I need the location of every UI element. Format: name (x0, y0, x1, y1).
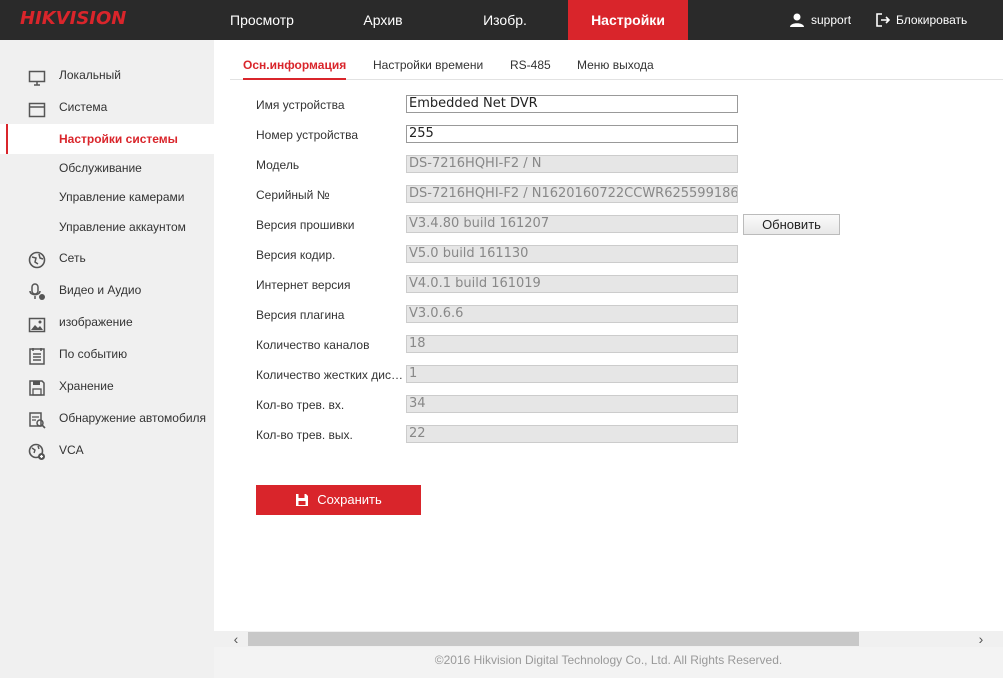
device-name-input[interactable]: Embedded Net DVR (406, 95, 738, 113)
sidebar-item-image[interactable]: изображение (0, 307, 214, 337)
sidebar-item-system-settings[interactable]: Настройки системы (0, 124, 214, 154)
tab-basic-info[interactable]: Осн.информация (243, 50, 347, 80)
field-label: Номер устройства (256, 128, 359, 142)
field-label: Кол-во трев. вх. (256, 398, 345, 412)
vca-icon (28, 442, 46, 460)
nav-live-view[interactable]: Просмотр (211, 0, 313, 40)
sidebar-item-system[interactable]: Система (0, 92, 214, 122)
settings-tabs: Осн.информация Настройки времени RS-485 … (230, 50, 1003, 80)
web-version-field: V4.0.1 build 161019 (406, 275, 738, 293)
channel-count-field: 18 (406, 335, 738, 353)
nav-picture[interactable]: Изобр. (454, 0, 556, 40)
footer-copyright: ©2016 Hikvision Digital Technology Co., … (214, 647, 1003, 678)
save-button[interactable]: Сохранить (256, 485, 421, 515)
vehicle-detect-icon (28, 410, 46, 429)
device-number-input[interactable]: 255 (406, 125, 738, 143)
scroll-right-arrow[interactable]: › (971, 631, 991, 647)
user-icon (789, 12, 805, 28)
firmware-version-field: V3.4.80 build 161207 (406, 215, 738, 233)
sidebar-item-local[interactable]: Локальный (0, 60, 214, 90)
encoding-version-field: V5.0 build 161130 (406, 245, 738, 263)
field-label: Количество каналов (256, 338, 370, 352)
sidebar-item-event[interactable]: По событию (0, 339, 214, 369)
model-field: DS-7216HQHI-F2 / N (406, 155, 738, 173)
field-label: Количество жестких дисков (256, 368, 404, 382)
sidebar-item-label: Локальный (59, 68, 121, 82)
nav-configuration[interactable]: Настройки (568, 0, 688, 40)
sidebar-item-user-management[interactable]: Управление аккаунтом (0, 212, 214, 242)
sidebar-item-label: По событию (59, 347, 128, 361)
globe-icon (28, 250, 46, 269)
alarm-input-count-field: 34 (406, 395, 738, 413)
storage-disk-icon (28, 378, 46, 396)
sidebar-item-label: Система (59, 100, 108, 114)
save-button-label: Сохранить (317, 492, 382, 507)
field-label: Интернет версия (256, 278, 351, 292)
hikvision-logo: HIKVISION (20, 8, 127, 29)
sidebar-item-vca[interactable]: VCA (0, 435, 214, 465)
hdd-count-field: 1 (406, 365, 738, 383)
sidebar-item-label: изображение (59, 315, 133, 329)
sidebar: Локальный Система Настройки системы Обсл… (0, 40, 214, 678)
sidebar-item-label: Сеть (59, 251, 86, 265)
sidebar-item-label: Обслуживание (59, 161, 142, 175)
sidebar-item-label: Управление камерами (59, 190, 185, 204)
sidebar-item-video-audio[interactable]: Видео и Аудио (0, 275, 214, 305)
sidebar-item-vehicle-detection[interactable]: Обнаружение автомобиля (0, 403, 214, 433)
tab-time-settings[interactable]: Настройки времени (373, 50, 483, 80)
sidebar-item-label: Настройки системы (59, 132, 178, 146)
horizontal-scrollbar[interactable]: ‹ › (214, 631, 1003, 647)
lock-label: Блокировать (896, 13, 968, 27)
sidebar-item-label: Хранение (59, 379, 114, 393)
field-label: Имя устройства (256, 98, 345, 112)
sidebar-item-label: VCA (59, 443, 84, 457)
image-icon (28, 314, 46, 333)
field-label: Версия кодир. (256, 248, 336, 262)
sidebar-item-camera-management[interactable]: Управление камерами (0, 182, 214, 212)
top-navigation-bar: HIKVISION Просмотр Архив Изобр. Настройк… (0, 0, 1003, 40)
microphone-icon (28, 282, 46, 300)
sidebar-item-label: Видео и Аудио (59, 283, 142, 297)
nav-playback[interactable]: Архив (332, 0, 434, 40)
scroll-left-arrow[interactable]: ‹ (226, 631, 246, 647)
field-label: Модель (256, 158, 300, 172)
user-menu[interactable]: support (789, 0, 851, 40)
plugin-version-field: V3.0.6.6 (406, 305, 738, 323)
lock-button[interactable]: Блокировать (876, 0, 967, 40)
sidebar-item-label: Управление аккаунтом (59, 220, 186, 234)
field-label: Версия плагина (256, 308, 345, 322)
sidebar-item-storage[interactable]: Хранение (0, 371, 214, 401)
serial-number-field: DS-7216HQHI-F2 / N1620160722CCWR62559918… (406, 185, 738, 203)
field-label: Кол-во трев. вых. (256, 428, 353, 442)
update-button[interactable]: Обновить (743, 214, 840, 235)
sidebar-item-network[interactable]: Сеть (0, 243, 214, 273)
alarm-output-count-field: 22 (406, 425, 738, 443)
system-window-icon (28, 99, 46, 118)
scrollbar-thumb[interactable] (248, 632, 859, 646)
tab-menu-output[interactable]: Меню выхода (577, 50, 654, 80)
sidebar-item-maintenance[interactable]: Обслуживание (0, 153, 214, 183)
logout-icon (876, 13, 890, 27)
tab-rs485[interactable]: RS-485 (510, 50, 551, 80)
save-disk-icon (295, 493, 309, 507)
event-list-icon (28, 346, 46, 365)
field-label: Версия прошивки (256, 218, 355, 232)
username-label: support (811, 13, 852, 27)
field-label: Серийный № (256, 188, 330, 202)
monitor-icon (28, 67, 46, 86)
sidebar-item-label: Обнаружение автомобиля (59, 411, 207, 425)
